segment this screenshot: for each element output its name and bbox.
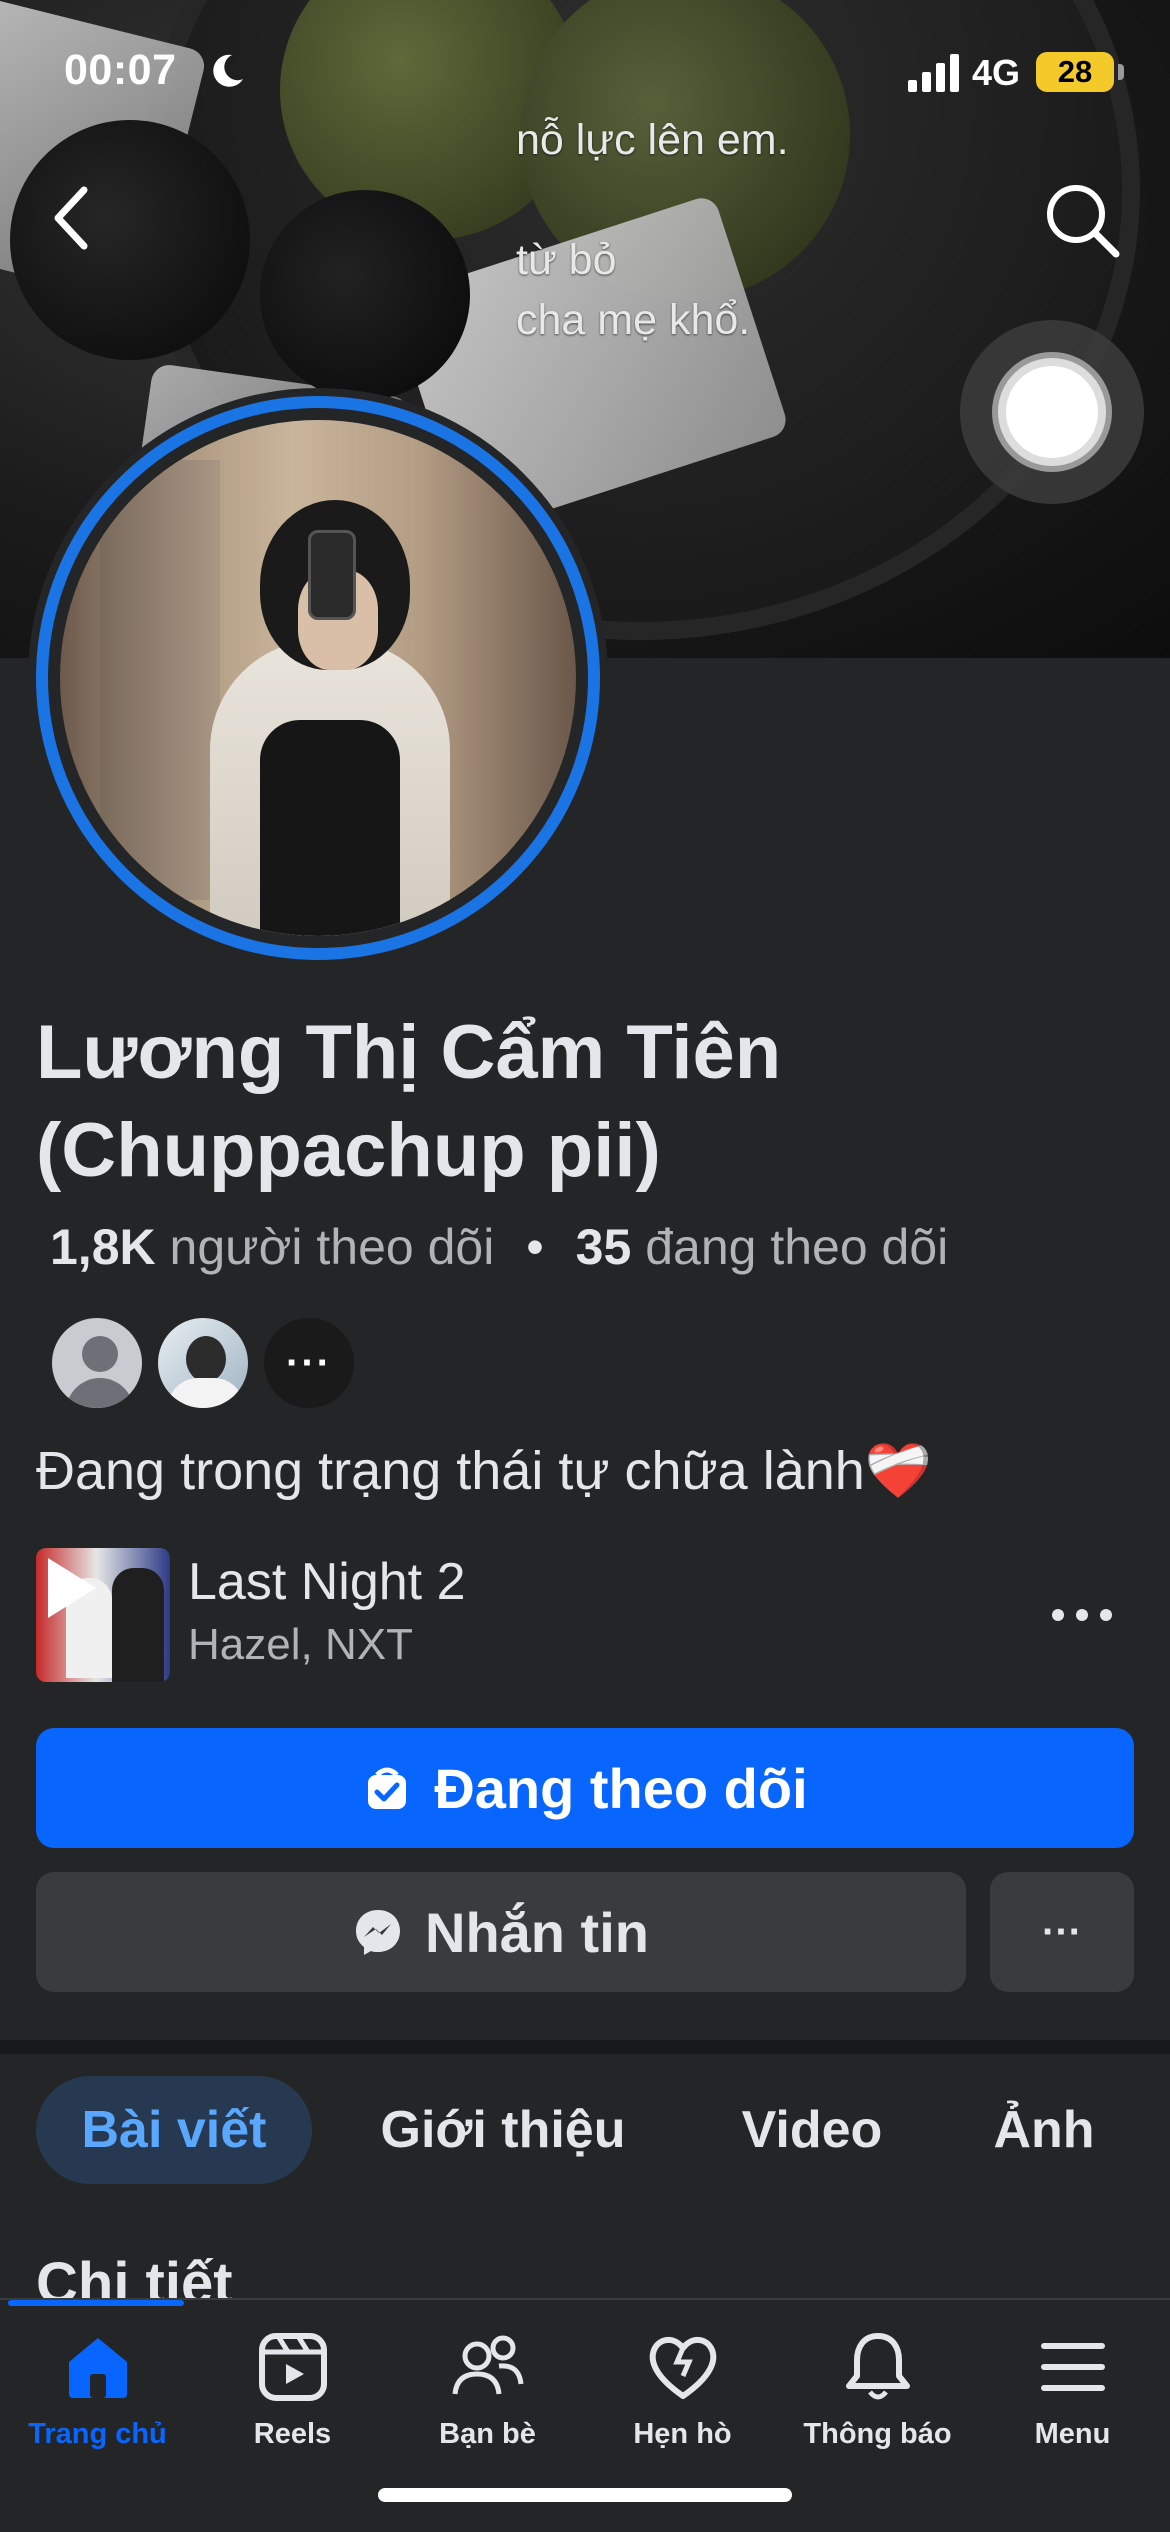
more-actions-button[interactable]: ··· — [990, 1872, 1134, 1992]
tab-videos[interactable]: Video — [700, 2076, 924, 2184]
message-button[interactable]: Nhắn tin — [36, 1872, 966, 1992]
tab-posts[interactable]: Bài viết — [36, 2076, 312, 2184]
dating-heart-icon — [649, 2337, 716, 2399]
nav-home[interactable]: Trang chủ — [0, 2328, 195, 2478]
home-indicator[interactable] — [378, 2488, 792, 2502]
back-icon[interactable] — [40, 178, 104, 258]
nav-reels-label: Reels — [253, 2418, 332, 2450]
nav-menu[interactable]: Menu — [975, 2328, 1170, 2478]
nav-reels[interactable]: Reels — [195, 2328, 390, 2478]
avatar-photo — [60, 420, 576, 936]
following-button[interactable]: Đang theo dõi — [36, 1728, 1134, 1848]
profile-name: Lương Thị Cẩm Tiên (Chuppachup pii) — [36, 1010, 782, 1193]
profile-tabs: Bài viết Giới thiệu Video Ảnh — [0, 2076, 1170, 2186]
music-title[interactable]: Last Night 2 — [188, 1552, 466, 1612]
nav-friends[interactable]: Bạn bè — [390, 2328, 585, 2478]
status-bar: 00:07 4G 28 — [0, 0, 1170, 150]
active-tab-indicator — [8, 2300, 184, 2306]
nav-friends-label: Bạn bè — [439, 2418, 536, 2450]
cover-fruit — [260, 190, 470, 400]
profile-avatar[interactable] — [28, 388, 608, 968]
section-divider — [0, 2040, 1170, 2054]
floating-shutter-button[interactable] — [960, 320, 1144, 504]
followers-label[interactable]: người theo dõi — [170, 1219, 495, 1275]
cover-text-line: từ bỏ — [516, 236, 617, 284]
friends-icon — [452, 2335, 523, 2395]
follow-stats: 1,8K người theo dõi • 35 đang theo dõi — [50, 1218, 948, 1276]
menu-icon — [1040, 2343, 1105, 2391]
tab-photos[interactable]: Ảnh — [960, 2076, 1128, 2184]
elevator-door — [100, 460, 220, 900]
messenger-icon — [356, 1910, 400, 1955]
nav-menu-label: Menu — [1034, 2418, 1111, 2450]
music-artist: Hazel, NXT — [188, 1620, 413, 1669]
profile-bio: Đang trong trạng thái tự chữa lành❤️‍🩹 — [36, 1441, 933, 1501]
nav-dating[interactable]: Hẹn hò — [585, 2328, 780, 2478]
battery-cap — [1118, 64, 1124, 80]
following-label[interactable]: đang theo dõi — [645, 1219, 948, 1275]
message-button-label: Nhắn tin — [425, 1900, 649, 1964]
reels-icon — [258, 2333, 327, 2401]
play-icon[interactable] — [48, 1558, 96, 1618]
more-options-icon[interactable] — [1046, 1590, 1118, 1640]
network-type: 4G — [972, 52, 1021, 93]
home-icon — [68, 2338, 127, 2398]
following-count[interactable]: 35 — [576, 1219, 632, 1275]
stats-separator: • — [526, 1219, 544, 1275]
shutter-inner — [1006, 366, 1098, 458]
nav-notifications-label: Thông báo — [803, 2418, 952, 2450]
mutual-friends[interactable]: ··· — [48, 1314, 378, 1414]
moon-icon — [213, 54, 243, 87]
tab-about[interactable]: Giới thiệu — [350, 2076, 656, 2184]
mutual-avatar[interactable] — [154, 1314, 252, 1412]
followers-count[interactable]: 1,8K — [50, 1219, 156, 1275]
mutual-avatar-default[interactable] — [48, 1314, 146, 1412]
cover-text-line: cha mẹ khổ. — [516, 296, 751, 344]
mutual-more-button[interactable]: ··· — [260, 1314, 358, 1412]
following-button-label: Đang theo dõi — [434, 1756, 808, 1820]
signal-icon — [908, 54, 959, 92]
music-album-art[interactable] — [36, 1548, 170, 1682]
nav-home-label: Trang chủ — [28, 2418, 167, 2450]
nav-notifications[interactable]: Thông báo — [780, 2328, 975, 2478]
nav-dating-label: Hẹn hò — [633, 2418, 732, 2450]
avatar-phone — [308, 530, 356, 620]
avatar-dress — [260, 720, 400, 936]
following-check-icon — [368, 1767, 407, 1809]
bell-icon — [845, 2333, 910, 2400]
status-time: 00:07 — [64, 46, 177, 94]
battery-icon: 28 — [1036, 52, 1114, 92]
search-icon[interactable] — [1040, 178, 1124, 262]
